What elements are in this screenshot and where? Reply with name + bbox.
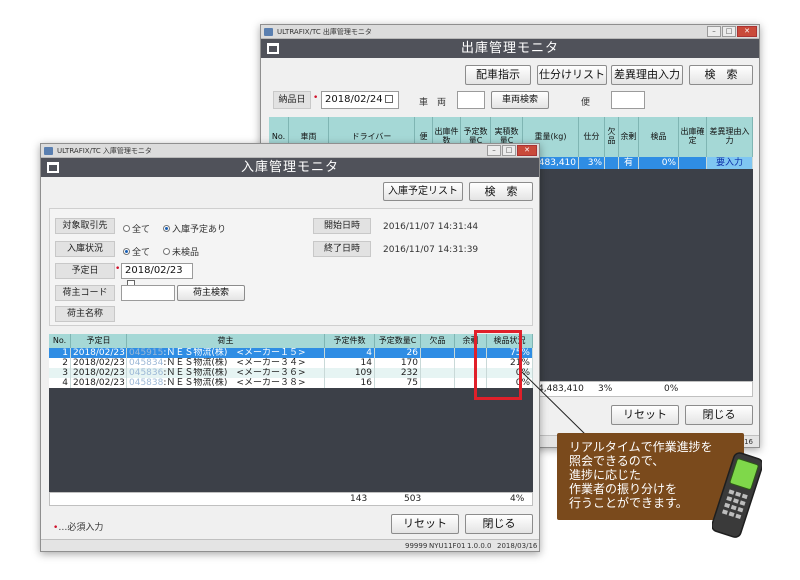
handheld-terminal-icon: [712, 452, 762, 538]
